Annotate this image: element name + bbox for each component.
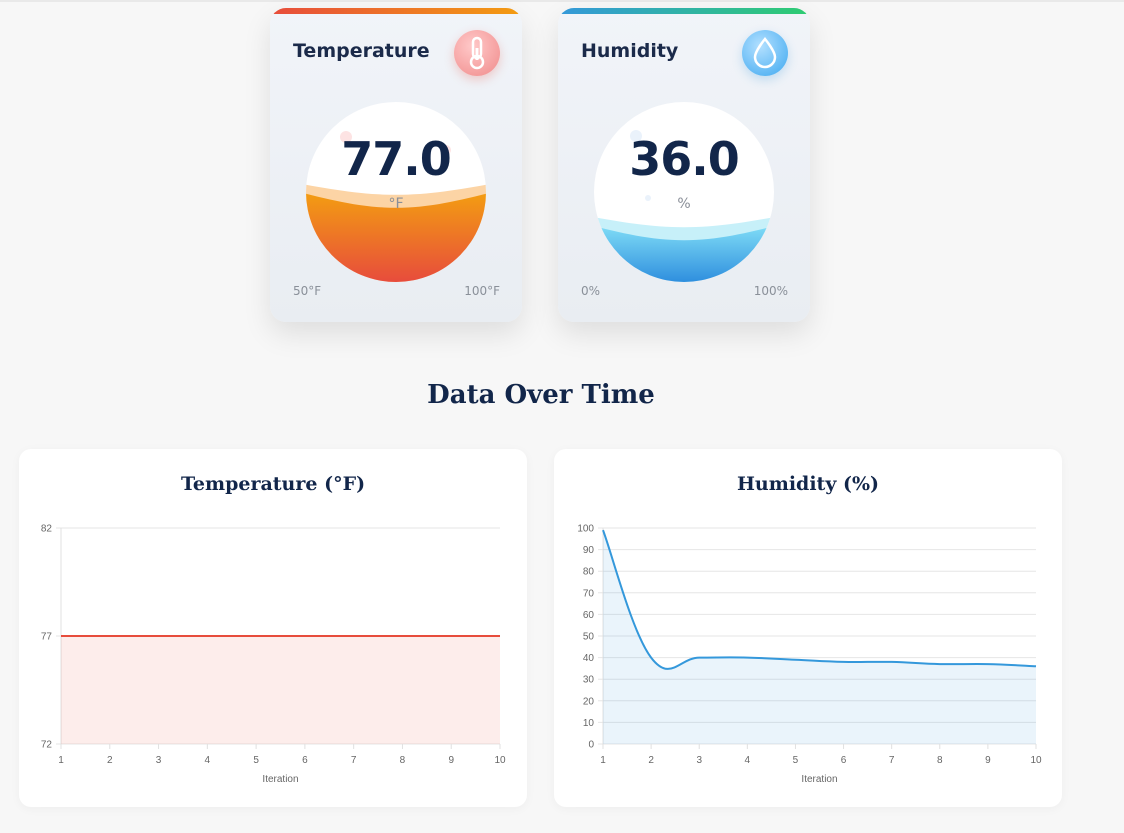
thermometer-icon — [454, 30, 500, 76]
x-tick-label: 6 — [302, 755, 308, 766]
series-area — [603, 530, 1036, 744]
y-tick-label: 50 — [583, 632, 595, 643]
humidity-gauge: 36.0 % — [594, 102, 774, 282]
humidity-chart: 0 10 20 30 40 50 60 70 80 90 100 1 2 3 4 5 6 7 8 9 10 Iterati… — [577, 524, 1042, 786]
humidity-value: 36.0 — [629, 132, 740, 186]
temperature-chart-card: Temperature (°F) 72 77 82 1 2 3 4 5 6 7 8 9 10 Iterat… — [19, 449, 527, 807]
x-axis-label: Iteration — [262, 774, 298, 785]
temperature-range-max: 100°F — [464, 284, 500, 298]
temperature-card: Temperature 77.0 °F 50°F 100°F — [270, 8, 522, 322]
y-tick-label: 77 — [41, 632, 53, 643]
x-tick-label: 8 — [400, 755, 406, 766]
water-drop-icon — [742, 30, 788, 76]
series-line — [602, 529, 1037, 670]
x-tick-label: 10 — [494, 755, 506, 766]
x-tick-label: 1 — [600, 755, 606, 766]
x-tick-label: 2 — [107, 755, 113, 766]
y-tick-label: 40 — [583, 653, 595, 664]
section-title: Data Over Time — [427, 380, 655, 410]
y-tick-label: 72 — [41, 740, 53, 751]
x-tick-label: 3 — [156, 755, 162, 766]
humidity-chart-card: Humidity (%) 0 10 20 30 40 50 60 70 80 90 100 1 2 3 4 5… — [554, 449, 1062, 807]
y-tick-label: 70 — [583, 588, 595, 599]
y-tick-label: 82 — [41, 524, 53, 535]
temperature-value: 77.0 — [341, 132, 452, 186]
x-axis-label: Iteration — [801, 774, 837, 785]
y-tick-label: 0 — [588, 740, 594, 751]
temperature-accent-bar — [270, 8, 522, 14]
humidity-card: Humidity 36.0 % 0% 100% — [558, 8, 810, 322]
temperature-range-min: 50°F — [293, 284, 322, 298]
temperature-unit: °F — [388, 196, 404, 212]
x-tick-label: 2 — [648, 755, 654, 766]
y-tick-label: 10 — [583, 718, 595, 729]
x-tick-label: 5 — [253, 755, 259, 766]
x-tick-label: 8 — [937, 755, 943, 766]
x-tick-label: 7 — [889, 755, 895, 766]
x-tick-label: 4 — [745, 755, 751, 766]
temperature-chart: 72 77 82 1 2 3 4 5 6 7 8 9 10 Iteration — [41, 524, 506, 786]
y-tick-label: 80 — [583, 567, 595, 578]
x-tick-label: 7 — [351, 755, 357, 766]
x-tick-label: 6 — [841, 755, 847, 766]
x-tick-label: 9 — [985, 755, 991, 766]
y-tick-label: 100 — [577, 524, 594, 535]
top-divider — [0, 0, 1124, 2]
humidity-range-max: 100% — [753, 284, 788, 298]
x-tick-label: 1 — [58, 755, 64, 766]
x-tick-label: 5 — [793, 755, 799, 766]
x-tick-label: 4 — [205, 755, 211, 766]
y-tick-label: 90 — [583, 545, 595, 556]
y-tick-label: 30 — [583, 675, 595, 686]
x-tick-label: 9 — [448, 755, 454, 766]
temperature-card-title: Temperature — [293, 40, 430, 62]
humidity-range-min: 0% — [581, 284, 601, 298]
y-tick-label: 20 — [583, 696, 595, 707]
humidity-unit: % — [677, 196, 691, 212]
y-tick-label: 60 — [583, 610, 595, 621]
humidity-accent-bar — [558, 8, 810, 14]
series-area — [61, 636, 500, 744]
humidity-card-title: Humidity — [581, 40, 679, 62]
temperature-gauge: 77.0 °F — [306, 102, 486, 282]
x-tick-label: 10 — [1030, 755, 1042, 766]
x-tick-label: 3 — [696, 755, 702, 766]
